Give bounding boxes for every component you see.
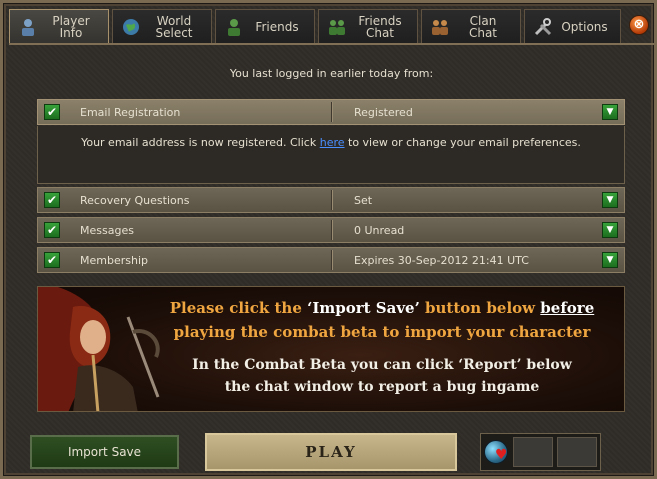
tab-player-info[interactable]: Player Info	[9, 9, 109, 43]
row-label: Recovery Questions	[80, 194, 190, 207]
banner-line-1: Please click the ‘Import Save’ button be…	[138, 299, 624, 317]
tab-friends[interactable]: Friends	[215, 9, 315, 43]
email-preferences-link[interactable]: here	[320, 136, 345, 149]
banner-text: button below	[419, 299, 541, 317]
expand-arrow-icon[interactable]: ▼	[602, 252, 618, 268]
email-detail-panel: Your email address is now registered. Cl…	[37, 126, 625, 184]
divider	[9, 43, 654, 45]
quick-slot-tray: ♥	[480, 433, 601, 471]
row-label: Membership	[80, 254, 148, 267]
detail-text-after: to view or change your email preferences…	[344, 136, 581, 149]
row-value: Set	[354, 194, 373, 207]
tab-label: Friends	[255, 19, 299, 34]
banner-line-2: playing the combat beta to import your c…	[173, 323, 591, 341]
import-save-button[interactable]: Import Save	[30, 435, 179, 469]
tab-friends-chat[interactable]: Friends Chat	[318, 9, 418, 43]
tab-label: Clan Chat	[468, 13, 498, 40]
check-icon: ✔	[44, 104, 60, 120]
banner-line-3: In the Combat Beta you can click ‘Report…	[192, 357, 572, 373]
divider	[331, 102, 332, 122]
heart-icon: ♥	[495, 447, 508, 463]
row-email-registration[interactable]: ✔ Email Registration Registered ▼	[37, 99, 625, 125]
globe-icon	[123, 18, 139, 35]
divider	[331, 250, 332, 270]
check-icon: ✔	[44, 222, 60, 238]
row-label: Messages	[80, 224, 134, 237]
detail-text-before: Your email address is now registered. Cl…	[81, 136, 320, 149]
expand-arrow-icon[interactable]: ▼	[602, 192, 618, 208]
expand-arrow-icon[interactable]: ▼	[602, 222, 618, 238]
close-button[interactable]: ⊗	[629, 15, 649, 35]
row-value: Registered	[354, 106, 413, 119]
tab-options[interactable]: Options	[524, 9, 621, 43]
friends-icon	[228, 18, 240, 36]
empty-slot[interactable]	[557, 437, 597, 467]
tab-world-select[interactable]: World Select	[112, 9, 212, 43]
login-lobby-window: Player Info World Select Friends Friends…	[0, 0, 657, 479]
friends-chat-icon	[329, 19, 345, 35]
empty-slot[interactable]	[513, 437, 553, 467]
clan-chat-icon	[432, 19, 448, 35]
player-info-icon	[22, 18, 34, 36]
tab-clan-chat[interactable]: Clan Chat	[421, 9, 521, 43]
banner-line-4: the chat window to report a bug ingame	[224, 379, 540, 395]
row-messages[interactable]: ✔ Messages 0 Unread ▼	[37, 217, 625, 243]
row-membership[interactable]: ✔ Membership Expires 30-Sep-2012 21:41 U…	[37, 247, 625, 273]
divider	[331, 220, 332, 240]
last-login-text: You last logged in earlier today from:	[229, 67, 434, 80]
tab-label: World Select	[155, 13, 193, 40]
row-recovery-questions[interactable]: ✔ Recovery Questions Set ▼	[37, 187, 625, 213]
row-value: Expires 30-Sep-2012 21:41 UTC	[354, 254, 529, 267]
tab-label: Options	[561, 19, 608, 34]
banner-highlight: ‘Import Save’	[307, 299, 420, 317]
combat-beta-banner: Please click the ‘Import Save’ button be…	[37, 286, 625, 412]
check-icon: ✔	[44, 252, 60, 268]
divider	[331, 190, 332, 210]
banner-text: Please click the	[169, 299, 308, 317]
tools-icon	[534, 17, 552, 35]
expand-arrow-icon[interactable]: ▼	[602, 104, 618, 120]
tab-label: Player Info	[52, 13, 90, 40]
close-icon: ⊗	[633, 17, 645, 32]
row-value: 0 Unread	[354, 224, 405, 237]
play-button[interactable]: Play	[205, 433, 457, 471]
tab-bar: Player Info World Select Friends Friends…	[9, 9, 621, 43]
row-label: Email Registration	[80, 106, 181, 119]
tab-label: Friends Chat	[358, 13, 402, 40]
check-icon: ✔	[44, 192, 60, 208]
banner-emphasis: before	[540, 299, 595, 317]
